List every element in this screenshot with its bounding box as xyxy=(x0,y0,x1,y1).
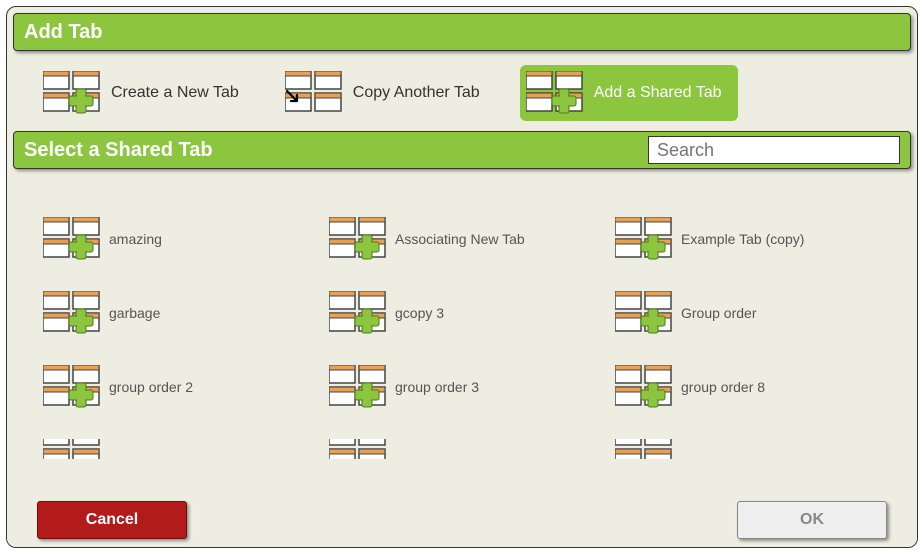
tabs-plus-icon xyxy=(615,291,673,335)
tabs-plus-icon xyxy=(615,365,673,409)
shared-tab-label: amazing xyxy=(109,231,162,247)
shared-tab-item[interactable]: amazing xyxy=(43,217,319,261)
shared-tab-item[interactable]: group order 8 xyxy=(615,365,891,409)
tabs-plus-icon xyxy=(43,217,101,261)
tabs-plus-icon xyxy=(329,291,387,335)
shared-tab-label: gcopy 3 xyxy=(395,305,444,321)
shared-tab-label: Associating New Tab xyxy=(395,231,525,247)
add-tab-dialog: Add Tab Create a New Tab Copy Another Ta… xyxy=(6,6,918,548)
tabs-plus-icon xyxy=(615,439,673,459)
cancel-label: Cancel xyxy=(86,511,138,529)
shared-tab-item[interactable] xyxy=(43,439,319,459)
shared-tab-label: group order 3 xyxy=(395,379,479,395)
shared-tab-item[interactable]: garbage xyxy=(43,291,319,335)
option-copy-another-tab[interactable]: Copy Another Tab xyxy=(279,65,496,121)
shared-tab-label: Group order xyxy=(681,305,756,321)
tabs-plus-icon xyxy=(43,71,101,115)
option-label: Add a Shared Tab xyxy=(594,84,722,102)
tabs-plus-icon xyxy=(329,365,387,409)
shared-tab-item[interactable]: Associating New Tab xyxy=(329,217,605,261)
tabs-plus-icon xyxy=(526,71,584,115)
shared-tab-item[interactable]: group order 2 xyxy=(43,365,319,409)
option-add-shared-tab[interactable]: Add a Shared Tab xyxy=(520,65,738,121)
ok-label: OK xyxy=(800,511,824,529)
tab-mode-options: Create a New Tab Copy Another Tab Add a … xyxy=(37,65,911,121)
tabs-plus-icon xyxy=(43,291,101,335)
ok-button[interactable]: OK xyxy=(737,501,887,539)
shared-tab-item[interactable]: gcopy 3 xyxy=(329,291,605,335)
cancel-button[interactable]: Cancel xyxy=(37,501,187,539)
dialog-footer: Cancel OK xyxy=(7,493,917,547)
section-header: Select a Shared Tab xyxy=(13,131,911,169)
tabs-plus-icon xyxy=(43,439,101,459)
tabs-plus-icon xyxy=(329,439,387,459)
shared-tab-item[interactable]: Example Tab (copy) xyxy=(615,217,891,261)
shared-tab-list-container: amazing Associating New Tab Example Tab … xyxy=(13,207,911,491)
dialog-title: Add Tab xyxy=(24,21,103,44)
shared-tab-list[interactable]: amazing Associating New Tab Example Tab … xyxy=(13,207,911,491)
shared-tab-label: garbage xyxy=(109,305,160,321)
shared-tab-label: Example Tab (copy) xyxy=(681,231,804,247)
section-title: Select a Shared Tab xyxy=(24,139,213,162)
tabs-plus-icon xyxy=(43,365,101,409)
option-create-new-tab[interactable]: Create a New Tab xyxy=(37,65,255,121)
tabs-plus-icon xyxy=(615,217,673,261)
option-label: Copy Another Tab xyxy=(353,84,480,102)
shared-tab-item[interactable] xyxy=(329,439,605,459)
shared-tab-item[interactable] xyxy=(615,439,891,459)
shared-tab-label: group order 2 xyxy=(109,379,193,395)
search-input[interactable] xyxy=(648,136,900,164)
option-label: Create a New Tab xyxy=(111,84,239,102)
shared-tab-label: group order 8 xyxy=(681,379,765,395)
tabs-plus-icon xyxy=(329,217,387,261)
shared-tab-item[interactable]: Group order xyxy=(615,291,891,335)
dialog-header: Add Tab xyxy=(13,13,911,51)
tabs-arrow-icon xyxy=(285,71,343,115)
shared-tab-item[interactable]: group order 3 xyxy=(329,365,605,409)
